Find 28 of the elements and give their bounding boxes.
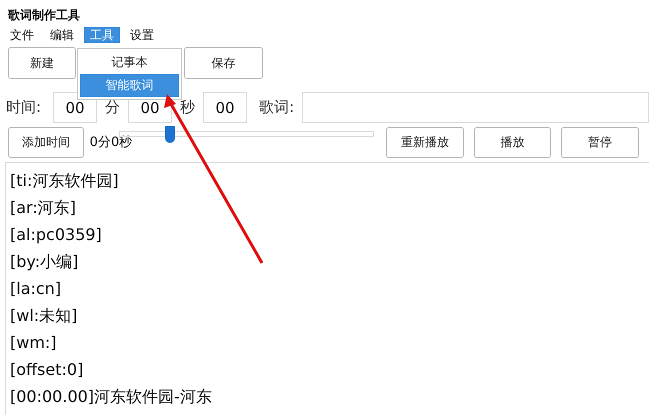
- lyric-line: [ar:河东]: [10, 197, 77, 219]
- seconds-unit: 秒: [180, 98, 196, 117]
- menu-option[interactable]: 记事本: [80, 51, 179, 74]
- playback-button[interactable]: 重新播放: [386, 126, 464, 158]
- lyric-field[interactable]: [302, 92, 649, 123]
- lyric-label: 歌词:: [259, 98, 294, 117]
- playback-button[interactable]: 播放: [474, 126, 552, 158]
- lyric-line: [wm:]: [10, 332, 58, 354]
- hundredths-field[interactable]: 00: [203, 92, 248, 123]
- lyric-line: [al:pc0359]: [10, 224, 103, 246]
- menu-item[interactable]: 文件: [4, 27, 40, 43]
- add-time-button[interactable]: 添加时间: [8, 126, 84, 158]
- lyrics-editor[interactable]: [ti:河东软件园] [ar:河东] [al:pc0359] [by:小编] [la:cn] [wl:未知] [wm:] [offset:0] [00:00.00]河东软件园-河东: [5, 162, 649, 415]
- menu-item[interactable]: 设置: [124, 27, 160, 43]
- window-title: 歌词制作工具: [6, 7, 81, 23]
- lyric-line: [by:小编]: [10, 251, 80, 273]
- lyric-line: [ti:河东软件园]: [10, 170, 120, 192]
- toolbar-button[interactable]: 新建: [8, 47, 76, 79]
- playback-button[interactable]: 暂停: [561, 126, 639, 158]
- lyric-line: [00:00.00]河东软件园-河东: [10, 386, 213, 408]
- lyric-line: [offset:0]: [10, 359, 84, 381]
- slider-thumb[interactable]: [164, 126, 175, 143]
- menu-item[interactable]: 编辑: [44, 27, 80, 43]
- lyric-line: [wl:未知]: [10, 305, 78, 327]
- time-label: 时间:: [6, 98, 42, 117]
- minutes-unit: 分: [105, 98, 120, 117]
- toolbar-button[interactable]: 保存: [184, 47, 263, 79]
- lyric-line: [la:cn]: [10, 278, 62, 300]
